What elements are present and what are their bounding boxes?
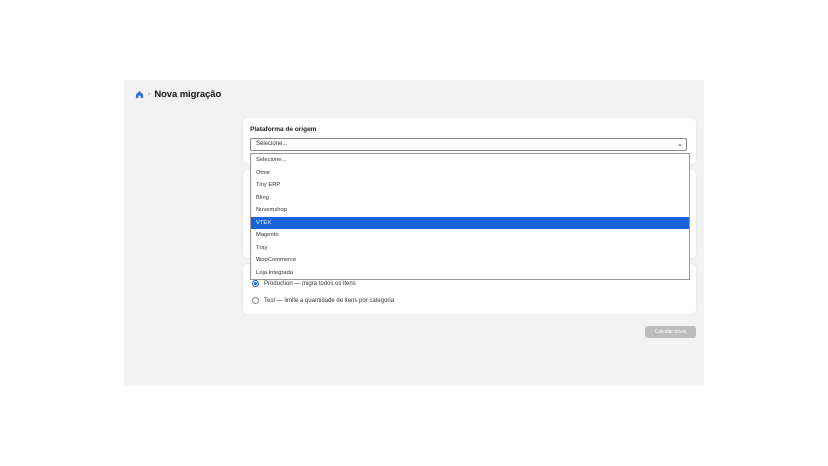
app-window: › Nova migração Plataforma de origem Sel…: [124, 80, 704, 385]
platform-option-highlighted[interactable]: VTEX: [251, 216, 689, 229]
breadcrumb-separator: ›: [148, 90, 151, 98]
platform-option[interactable]: Magento: [251, 229, 689, 242]
mode-production-option[interactable]: Production — migra todos os itens: [252, 280, 356, 287]
production-radio[interactable]: [252, 280, 259, 287]
breadcrumb: › Nova migração: [135, 88, 221, 100]
production-radio-label: Production — migra todos os itens: [264, 280, 356, 287]
platform-option[interactable]: Bling: [251, 192, 689, 205]
platform-option[interactable]: Loja Integrada: [251, 267, 689, 280]
platform-select[interactable]: Selecione... ⌄: [250, 138, 687, 151]
platform-dropdown-list[interactable]: Selecione... Omie Tiny ERP Bling Nuvemsh…: [250, 153, 690, 280]
test-radio-label: Test — limite a quantidade de itens por …: [264, 297, 395, 304]
test-radio[interactable]: [252, 297, 259, 304]
platform-option[interactable]: Tiny ERP: [251, 179, 689, 192]
calculate-totals-button[interactable]: Calcular totais: [645, 326, 696, 338]
platform-label: Plataforma de origem: [250, 126, 317, 133]
platform-option[interactable]: Nuvemshop: [251, 204, 689, 217]
platform-option[interactable]: Selecione...: [251, 154, 689, 167]
chevron-down-icon: ⌄: [677, 141, 683, 148]
platform-option[interactable]: Omie: [251, 167, 689, 180]
home-icon[interactable]: [135, 90, 144, 99]
platform-select-value: Selecione...: [256, 141, 288, 147]
page-title: Nova migração: [154, 88, 222, 100]
mode-test-option[interactable]: Test — limite a quantidade de itens por …: [252, 297, 394, 304]
platform-option[interactable]: Tray: [251, 242, 689, 255]
platform-option[interactable]: WooCommerce: [251, 254, 689, 267]
